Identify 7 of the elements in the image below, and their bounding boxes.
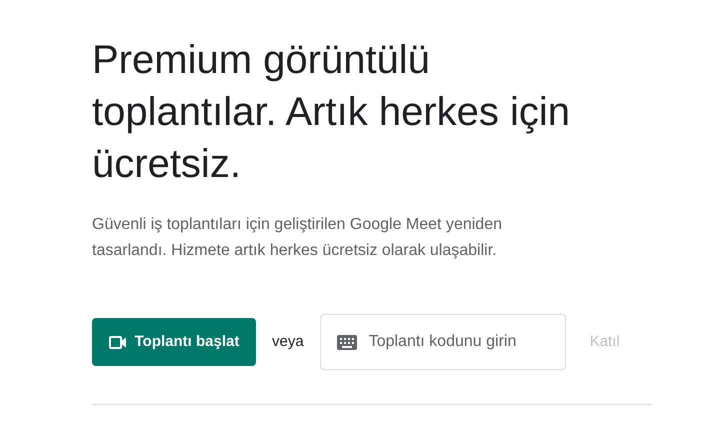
or-label: veya (272, 332, 304, 352)
meeting-code-field[interactable]: Toplantı kodunu girin (320, 314, 566, 370)
description: Güvenli iş toplantıları için geliştirilen Google Meet yeniden tasarlandı. Hizmete artık herkes ücretsiz olarak ulaşabilir. (92, 215, 503, 261)
keyboard-icon (336, 335, 357, 350)
headline: Premium görüntülü toplantılar. Artık herkes için ücretsiz. (92, 37, 572, 188)
video-camera-icon (108, 336, 127, 348)
start-meeting-button[interactable]: Toplantı başlat (92, 318, 256, 366)
